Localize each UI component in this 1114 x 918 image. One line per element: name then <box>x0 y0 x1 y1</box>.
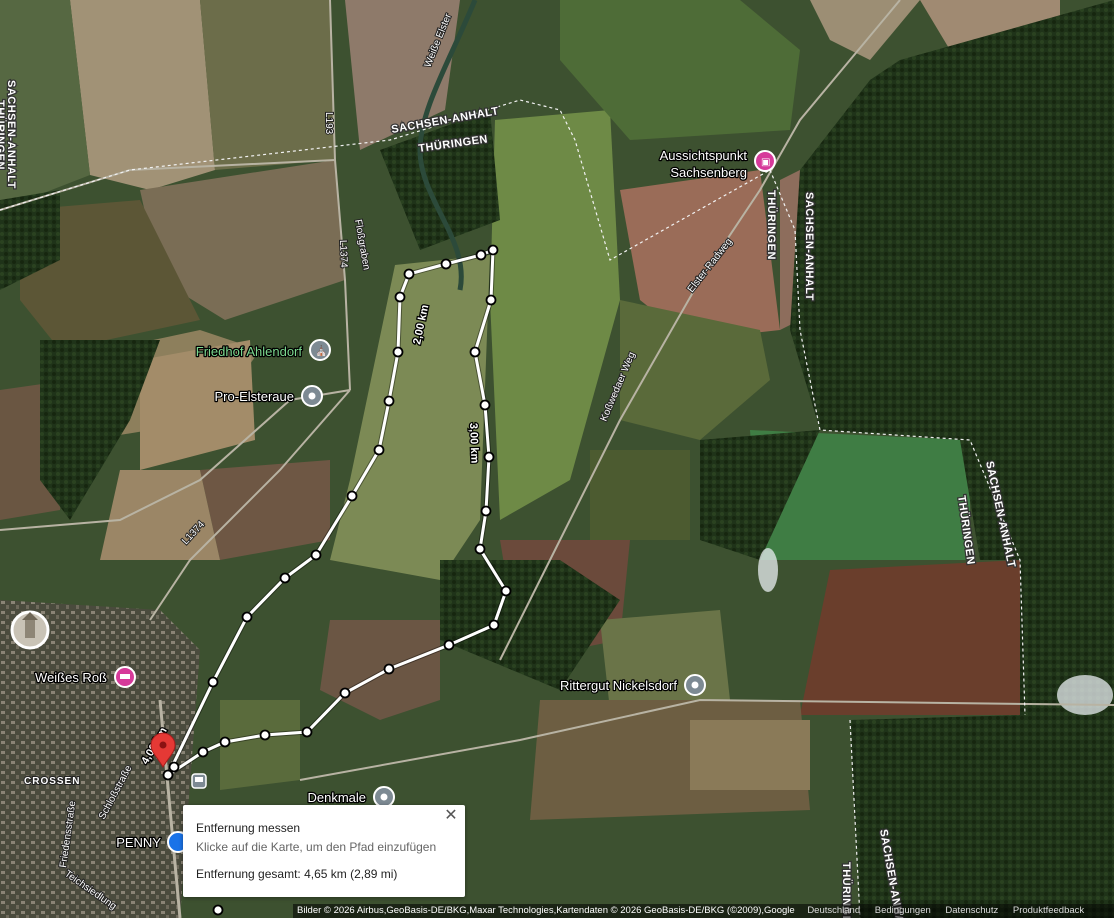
poi-label-pro-elsteraue: Pro-Elsteraue <box>215 389 294 404</box>
route-vertex[interactable] <box>383 395 395 407</box>
poi-label-aussichtspunkt: Aussichtspunkt <box>660 148 748 163</box>
route-vertex[interactable] <box>440 258 452 270</box>
route-vertex[interactable] <box>480 505 492 517</box>
measure-total-distance: Entfernung gesamt: 4,65 km (2,89 mi) <box>196 867 398 881</box>
route-vertex[interactable] <box>392 346 404 358</box>
transit-stop[interactable] <box>191 773 207 789</box>
route-vertex[interactable] <box>500 585 512 597</box>
road-label-l1374-top: L1374 <box>337 240 349 269</box>
poi-penny[interactable]: PENNY <box>115 831 189 853</box>
distance-label-3km: 3,00 km <box>467 423 480 464</box>
route-vertex[interactable] <box>168 761 180 773</box>
close-icon[interactable]: ✕ <box>443 808 459 824</box>
route-vertex[interactable] <box>241 611 253 623</box>
svg-text:▣: ▣ <box>761 157 770 168</box>
attribution-text: Bilder © 2026 Airbus,GeoBasis-DE/BKG,Max… <box>297 905 795 916</box>
route-vertex[interactable] <box>488 619 500 631</box>
route-vertex[interactable] <box>310 549 322 561</box>
route-vertex[interactable] <box>162 769 174 781</box>
poi-label-rittergut: Rittergut Nickelsdorf <box>560 678 677 693</box>
route-vertex[interactable] <box>219 736 231 748</box>
route-vertex[interactable] <box>479 399 491 411</box>
route-vertex[interactable] <box>279 572 291 584</box>
measure-title: Entfernung messen <box>196 821 301 835</box>
route-vertex[interactable] <box>259 729 271 741</box>
route-vertex[interactable] <box>207 676 219 688</box>
footer-link-country[interactable]: Deutschland <box>801 905 866 916</box>
town-label-crossen: CROSSEN <box>24 776 80 787</box>
poi-label-penny: PENNY <box>116 835 161 850</box>
poi-photo-thumbnail[interactable] <box>10 610 50 650</box>
road-label-l193: L193 <box>323 112 334 135</box>
poi-label-weisses-ross: Weißes Roß <box>35 670 107 685</box>
border-label-thueringen-mid: THÜRINGEN <box>765 190 778 260</box>
route-vertex[interactable] <box>403 268 415 280</box>
poi-weisses-ross[interactable]: Weißes Roß <box>34 666 136 688</box>
route-vertex[interactable] <box>197 746 209 758</box>
route-vertex[interactable] <box>394 291 406 303</box>
route-vertex[interactable] <box>339 687 351 699</box>
route-vertex[interactable] <box>383 663 395 675</box>
border-label-thueringen-left: THÜRINGEN <box>0 100 7 170</box>
footer-link-privacy[interactable]: Datenschutz <box>939 905 1004 916</box>
route-vertex[interactable] <box>469 346 481 358</box>
satellite-map[interactable]: 2,00 km 3,00 km 4,00 km SACHSEN-ANHALT T… <box>0 0 1114 918</box>
route-vertex[interactable] <box>443 639 455 651</box>
poi-label-sachsenberg: Sachsenberg <box>670 165 747 180</box>
route-vertex[interactable] <box>475 249 487 261</box>
map-footer: Bilder © 2026 Airbus,GeoBasis-DE/BKG,Max… <box>293 904 1114 918</box>
route-vertex[interactable] <box>487 244 499 256</box>
route-vertex[interactable] <box>474 543 486 555</box>
measure-hint: Klicke auf die Karte, um den Pfad einzuf… <box>196 840 437 854</box>
measure-distance-panel: ✕ Entfernung messen Klicke auf die Karte… <box>183 805 465 897</box>
route-vertex[interactable] <box>485 294 497 306</box>
route-vertex[interactable] <box>301 726 313 738</box>
footer-link-feedback[interactable]: Produktfeedback <box>1007 905 1090 916</box>
svg-text:⛪: ⛪ <box>315 344 327 357</box>
poi-pro-elsteraue[interactable]: Pro-Elsteraue <box>213 385 323 407</box>
route-vertex[interactable] <box>346 490 358 502</box>
poi-label-denkmale: Denkmale <box>307 790 366 805</box>
poi-denkmale[interactable]: Denkmale <box>306 786 395 808</box>
footer-link-terms[interactable]: Bedingungen <box>869 905 937 916</box>
route-vertex[interactable] <box>483 451 495 463</box>
poi-label-friedhof: Friedhof Ahlendorf <box>196 344 303 359</box>
route-vertex[interactable] <box>212 904 224 916</box>
route-vertex[interactable] <box>373 444 385 456</box>
border-label-sachsen-anhalt-mid: SACHSEN-ANHALT <box>803 192 815 301</box>
